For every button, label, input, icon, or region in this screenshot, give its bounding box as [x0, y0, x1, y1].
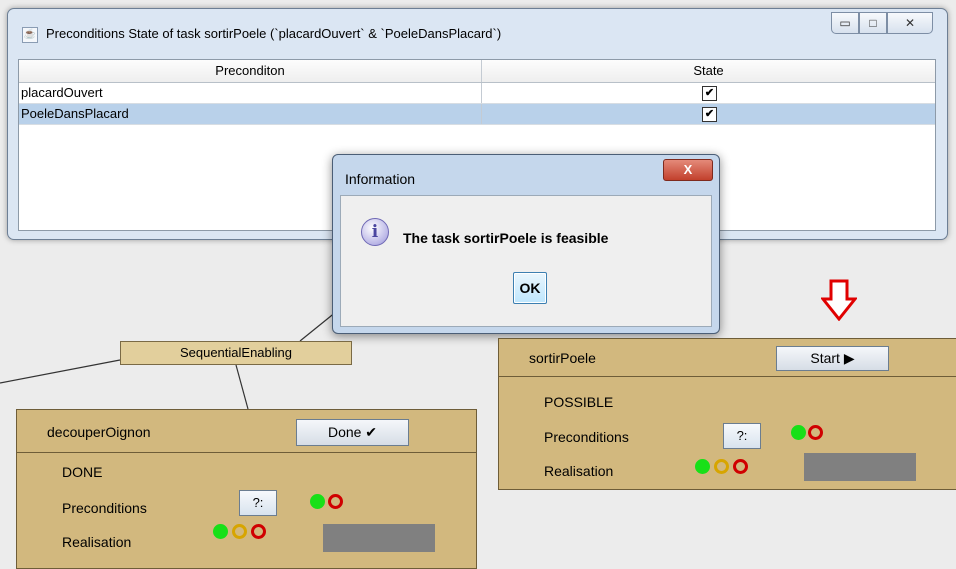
realisation-label: Realisation: [62, 534, 132, 550]
dialog-body: i The task sortirPoele is feasible OK: [340, 195, 712, 327]
maximize-button[interactable]: □: [859, 12, 887, 34]
task-name: decouperOignon: [47, 424, 151, 440]
information-dialog: Information X i The task sortirPoele is …: [332, 154, 720, 334]
dialog-message: The task sortirPoele is feasible: [403, 230, 609, 246]
info-icon: i: [361, 218, 389, 246]
dialog-close-button[interactable]: X: [663, 159, 713, 181]
table-header: Preconditon State: [19, 60, 935, 83]
state-cell: ✔: [482, 104, 935, 124]
task-state: POSSIBLE: [544, 394, 614, 410]
preconditions-window-title: Preconditions State of task sortirPoele …: [46, 26, 502, 41]
close-icon: ✕: [904, 16, 916, 30]
connector-operator-left: [0, 359, 121, 384]
task-card-sortirPoele: sortirPoele Start ▶ POSSIBLE Preconditio…: [498, 338, 956, 490]
realisation-progress-bar: [804, 453, 916, 481]
precondition-false-indicator: [808, 425, 823, 440]
column-header-precondition[interactable]: Preconditon: [19, 60, 482, 82]
preconditions-query-button[interactable]: ?:: [723, 423, 761, 449]
state-checkbox[interactable]: ✔: [702, 107, 717, 123]
realisation-red-indicator: [733, 459, 748, 474]
state-cell: ✔: [482, 83, 935, 103]
window-controls: ▭ □ ✕: [831, 12, 933, 34]
sequential-enabling-operator[interactable]: SequentialEnabling: [120, 341, 352, 365]
realisation-yellow-indicator: [232, 524, 247, 539]
state-checkbox[interactable]: ✔: [702, 86, 717, 102]
java-app-icon: ☕: [22, 27, 38, 43]
realisation-yellow-indicator: [714, 459, 729, 474]
precondition-true-indicator: [310, 494, 325, 509]
ok-button[interactable]: OK: [513, 272, 547, 304]
preconditions-label: Preconditions: [544, 429, 629, 445]
column-header-state[interactable]: State: [482, 60, 935, 82]
task-header: sortirPoele Start ▶: [499, 339, 956, 377]
table-row[interactable]: placardOuvert ✔: [19, 83, 935, 104]
task-name: sortirPoele: [529, 350, 596, 366]
realisation-red-indicator: [251, 524, 266, 539]
realisation-green-indicator: [695, 459, 710, 474]
done-button[interactable]: Done ✔: [296, 419, 409, 446]
precondition-false-indicator: [328, 494, 343, 509]
down-arrow-icon: [821, 279, 857, 321]
precondition-true-indicator: [791, 425, 806, 440]
preconditions-query-button[interactable]: ?:: [239, 490, 277, 516]
realisation-label: Realisation: [544, 463, 614, 479]
realisation-progress-bar: [323, 524, 435, 552]
task-card-decouperOignon: decouperOignon Done ✔ DONE Preconditions…: [16, 409, 477, 569]
table-row[interactable]: PoeleDansPlacard ✔: [19, 104, 935, 125]
realisation-green-indicator: [213, 524, 228, 539]
maximize-icon: □: [869, 16, 877, 30]
task-header: decouperOignon Done ✔: [17, 410, 476, 453]
precondition-cell: PoeleDansPlacard: [19, 104, 482, 124]
start-button[interactable]: Start ▶: [776, 346, 889, 371]
precondition-cell: placardOuvert: [19, 83, 482, 103]
connector-operator-decouperOignon: [235, 364, 249, 410]
close-button[interactable]: ✕: [887, 12, 933, 34]
minimize-icon: ▭: [839, 16, 851, 30]
minimize-button[interactable]: ▭: [831, 12, 859, 34]
preconditions-window-titlebar[interactable]: ☕ Preconditions State of task sortirPoel…: [8, 9, 947, 51]
dialog-title: Information: [345, 171, 416, 187]
preconditions-label: Preconditions: [62, 500, 147, 516]
task-state: DONE: [62, 464, 103, 480]
